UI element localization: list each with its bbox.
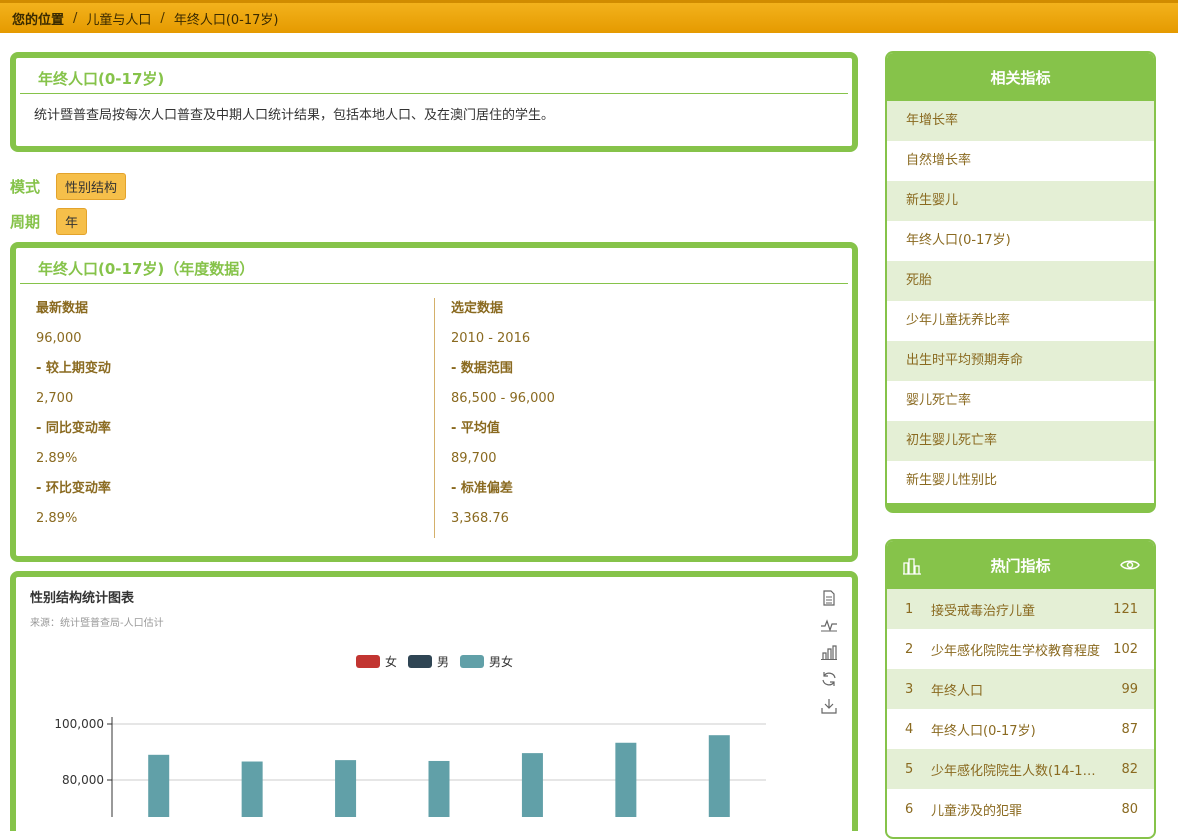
intro-description: 统计暨普查局按每次人口普查及中期人口统计结果，包括本地人口、及在澳门居住的学生。 [34, 108, 555, 123]
stat-value: 2.89% [36, 511, 78, 526]
buildings-icon [903, 558, 921, 575]
stat-label: - 环比变动率 [36, 481, 111, 496]
stat-label: - 同比变动率 [36, 421, 111, 436]
hot-item-count: 87 [1121, 721, 1138, 737]
hot-item-count: 82 [1121, 761, 1138, 777]
stat-value: 96,000 [36, 331, 82, 346]
eye-icon [1120, 560, 1140, 570]
breadcrumb: 您的位置 / 儿童与人口 / 年终人口(0-17岁) [0, 0, 1178, 33]
hot-item-count: 121 [1113, 601, 1138, 617]
bar-2010[interactable] [148, 754, 170, 817]
chart-card: 性别结构统计图表 来源：统计暨普查局-人口估计 女 男 男女 100,000 8… [10, 571, 858, 831]
breadcrumb-home: 您的位置 [12, 12, 65, 28]
hot-item-name: 儿童涉及的犯罪 [931, 803, 1023, 819]
hot-item-rank: 5 [905, 761, 914, 777]
stat-value: 3,368.76 [451, 511, 509, 526]
hot-header: 热门指标 [887, 541, 1154, 589]
period-label: 周期 [10, 213, 41, 231]
related-item[interactable]: 婴儿死亡率 [887, 381, 1154, 421]
hot-item-name: 少年感化院院生学校教育程度 [931, 643, 1101, 659]
stats-card: 年终人口(0-17岁)（年度数据） 最新数据 96,000 - 较上期变动 2,… [10, 242, 858, 562]
breadcrumb-current: 年终人口(0-17岁) [173, 12, 279, 28]
related-item[interactable]: 年终人口(0-17岁) [887, 221, 1154, 261]
stat-value: 2010 - 2016 [451, 331, 531, 346]
hot-panel: 热门指标 1 接受戒毒治疗儿童 121 2 少年感化院院生学校教育程度 102 3 年终人口 9… [885, 539, 1156, 839]
related-item[interactable]: 新生婴儿性别比 [887, 461, 1154, 501]
stats-latest-column: 最新数据 96,000 - 较上期变动 2,700 - 同比变动率 2.89% … [16, 298, 434, 538]
intro-card: 年终人口(0-17岁) 统计暨普查局按每次人口普查及中期人口统计结果，包括本地人… [10, 52, 858, 152]
hot-item-name: 年终人口(0-17岁) [931, 723, 1036, 739]
hot-item[interactable]: 4 年终人口(0-17岁) 87 [887, 709, 1154, 749]
hot-item-count: 80 [1121, 801, 1138, 817]
bar-chart: 100,000 80,000 [54, 717, 766, 817]
y-tick-label: 100,000 [54, 717, 104, 731]
stats-title: 年终人口(0-17岁)（年度数据） [20, 248, 848, 284]
hot-item-rank: 4 [905, 721, 914, 737]
hot-item[interactable]: 3 年终人口 99 [887, 669, 1154, 709]
hot-item-rank: 3 [905, 681, 914, 697]
stat-value: 2,700 [36, 391, 74, 406]
mode-label: 模式 [10, 178, 41, 196]
related-item[interactable]: 少年儿童抚养比率 [887, 301, 1154, 341]
breadcrumb-separator: / [73, 10, 78, 26]
stat-label: - 较上期变动 [36, 361, 111, 376]
stat-label: - 标准偏差 [451, 481, 513, 496]
period-year-button[interactable]: 年 [56, 208, 88, 235]
related-item[interactable]: 出生时平均预期寿命 [887, 341, 1154, 381]
y-tick-label: 80,000 [62, 773, 104, 787]
hot-item[interactable]: 2 少年感化院院生学校教育程度 102 [887, 629, 1154, 669]
hot-item-rank: 2 [905, 641, 914, 657]
stat-value: 2.89% [36, 451, 78, 466]
bar-2012[interactable] [335, 760, 357, 817]
stat-value: 86,500 - 96,000 [451, 391, 555, 406]
hot-item[interactable]: 1 接受戒毒治疗儿童 121 [887, 589, 1154, 629]
breadcrumb-separator: / [160, 10, 165, 26]
stat-label: - 数据范围 [451, 361, 513, 376]
related-panel: 相关指标 年增长率 自然增长率 新生婴儿 年终人口(0-17岁) 死胎 少年儿童抚养比率出… [885, 51, 1156, 513]
mode-gender-button[interactable]: 性别结构 [56, 173, 127, 200]
stats-selected-column: 选定数据 2010 - 2016 - 数据范围 86,500 - 96,000 … [434, 298, 852, 538]
related-title: 相关指标 [887, 53, 1154, 101]
bar-2011[interactable] [241, 761, 263, 817]
hot-item-count: 99 [1121, 681, 1138, 697]
hot-item[interactable]: 6 儿童涉及的犯罪 80 [887, 789, 1154, 829]
period-row: 周期 年 [10, 208, 88, 235]
bar-2013[interactable] [428, 760, 450, 817]
related-item[interactable]: 死胎 [887, 261, 1154, 301]
related-item[interactable]: 新生婴儿 [887, 181, 1154, 221]
intro-title: 年终人口(0-17岁) [20, 58, 848, 94]
related-item[interactable]: 初生婴儿死亡率 [887, 421, 1154, 461]
hot-title: 热门指标 [990, 556, 1051, 575]
hot-item-count: 102 [1113, 641, 1138, 657]
stat-label: 最新数据 [36, 301, 89, 316]
hot-item[interactable]: 5 少年感化院院生人数(14-16岁) 82 [887, 749, 1154, 789]
bar-2016[interactable] [708, 735, 730, 817]
hot-item-name: 年终人口 [931, 683, 984, 699]
stat-value: 89,700 [451, 451, 497, 466]
related-item[interactable]: 自然增长率 [887, 141, 1154, 181]
hot-item-rank: 1 [905, 601, 914, 617]
bar-2014[interactable] [521, 753, 543, 817]
mode-row: 模式 性别结构 [10, 173, 127, 200]
related-item[interactable]: 年增长率 [887, 101, 1154, 141]
breadcrumb-link-children-population[interactable]: 儿童与人口 [86, 9, 151, 28]
stat-label: - 平均值 [451, 421, 500, 436]
hot-item-name: 接受戒毒治疗儿童 [931, 603, 1036, 619]
hot-item-name: 少年感化院院生人数(14-16岁) [931, 763, 1108, 779]
hot-item-rank: 6 [905, 801, 914, 817]
stat-label: 选定数据 [451, 301, 504, 316]
